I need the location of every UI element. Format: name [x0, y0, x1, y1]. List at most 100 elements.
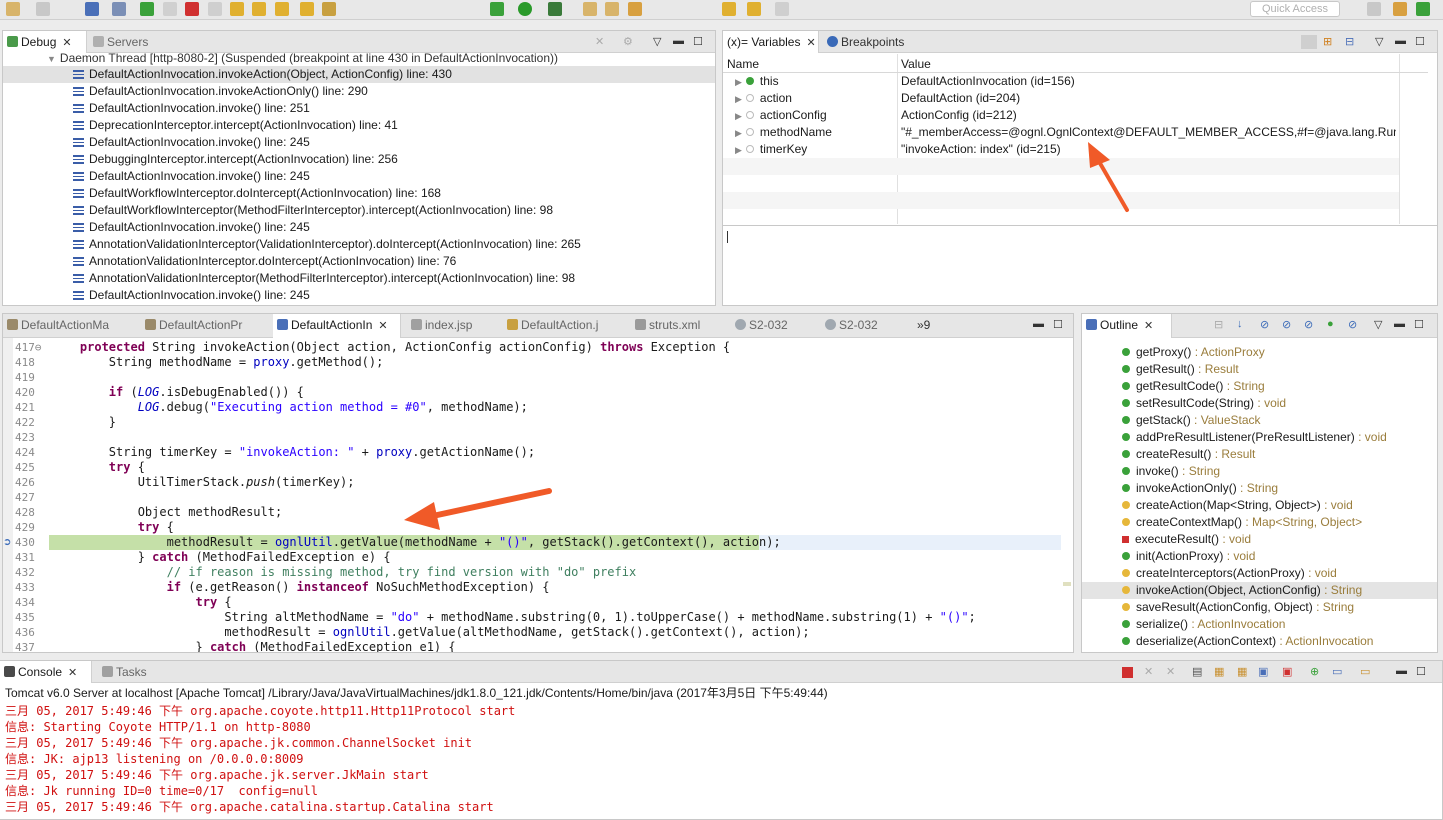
code-line[interactable]: 431 } catch (MethodFailedException e) { — [3, 550, 1067, 565]
tab-breakpoints[interactable]: Breakpoints — [823, 31, 904, 53]
step-return-icon[interactable] — [275, 2, 289, 16]
outline-item[interactable]: setResultCode(String) : void — [1082, 395, 1437, 412]
outline-item[interactable]: invokeActionOnly() : String — [1082, 480, 1437, 497]
code-line[interactable]: 427 — [3, 490, 1067, 505]
maximize-icon[interactable]: ☐ — [693, 35, 703, 48]
code-line[interactable]: 421 LOG.debug("Executing action method =… — [3, 400, 1067, 415]
tab-struts-xml[interactable]: struts.xml — [631, 314, 700, 338]
step-over-icon[interactable] — [252, 2, 266, 16]
scroll-lock-icon[interactable]: ▦ — [1214, 665, 1224, 678]
display-selected-console-icon[interactable]: ▭ — [1332, 665, 1342, 678]
outline-item[interactable]: createResult() : Result — [1082, 446, 1437, 463]
drop-to-frame-icon[interactable] — [300, 2, 314, 16]
outline-item[interactable]: getResult() : Result — [1082, 361, 1437, 378]
close-icon[interactable]: ✕ — [1144, 320, 1153, 332]
close-icon[interactable]: ✕ — [68, 667, 77, 679]
quick-access-field[interactable]: Quick Access — [1250, 1, 1340, 17]
tab-console[interactable]: Console ✕ — [0, 661, 92, 683]
code-line[interactable]: 433 if (e.getReason() instanceof NoSuchM… — [3, 580, 1067, 595]
variable-row[interactable]: ▶ action — [735, 90, 792, 107]
open-perspective-icon[interactable] — [1367, 2, 1381, 16]
link-icon[interactable]: ⚙ — [623, 35, 633, 48]
code-line[interactable]: 417⊖ protected String invokeAction(Objec… — [3, 340, 1067, 355]
disconnect-icon[interactable] — [208, 2, 222, 16]
outline-item[interactable]: getProxy() : ActionProxy — [1082, 344, 1437, 361]
code-line[interactable]: 418 String methodName = proxy.getMethod(… — [3, 355, 1067, 370]
pin-console-icon[interactable]: ⊕ — [1310, 665, 1319, 678]
show-type-names-icon[interactable] — [1301, 35, 1317, 49]
minimize-icon[interactable]: ▬ — [1396, 665, 1407, 677]
close-icon[interactable]: ✕ — [806, 37, 815, 49]
code-line[interactable]: 424 String timerKey = "invokeAction: " +… — [3, 445, 1067, 460]
code-line[interactable]: 435 String altMethodName = "do" + method… — [3, 610, 1067, 625]
detail-pane-cursor[interactable] — [727, 231, 728, 243]
outline-item[interactable]: getResultCode() : String — [1082, 378, 1437, 395]
save-icon[interactable] — [36, 2, 50, 16]
stack-frame[interactable]: DefaultActionInvocation.invoke() line: 2… — [3, 100, 715, 117]
variable-row[interactable]: ▶ methodName — [735, 124, 832, 141]
code-line[interactable]: 420 if (LOG.isDebugEnabled()) { — [3, 385, 1067, 400]
hide-fields-icon[interactable]: ⊘ — [1260, 318, 1269, 331]
tab-s2-032-a[interactable]: S2-032 — [731, 314, 788, 338]
outline-item[interactable]: createAction(Map<String, Object>) : void — [1082, 497, 1437, 514]
tab-overflow[interactable]: »9 — [899, 314, 930, 338]
tab-defaultaction-java[interactable]: DefaultAction.j — [503, 314, 598, 338]
stack-frame[interactable]: DefaultWorkflowInterceptor.doIntercept(A… — [3, 185, 715, 202]
terminate-icon[interactable] — [1122, 667, 1133, 678]
close-icon[interactable]: ✕ — [62, 37, 71, 49]
expand-icon[interactable]: ▶ — [735, 111, 742, 121]
expand-icon[interactable]: ▶ — [735, 145, 742, 155]
code-line[interactable]: 434 try { — [3, 595, 1067, 610]
java-ee-perspective-icon[interactable] — [1393, 2, 1407, 16]
run-external-tools-icon[interactable] — [548, 2, 562, 16]
view-menu-icon[interactable]: ▽ — [653, 35, 661, 48]
terminate-icon[interactable] — [185, 2, 199, 16]
word-wrap-icon[interactable]: ▦ — [1237, 665, 1247, 678]
close-icon[interactable]: ✕ — [378, 320, 387, 332]
thread-row[interactable]: ▼ Daemon Thread [http-8080-2] (Suspended … — [47, 50, 558, 67]
remove-launch-icon[interactable]: ✕ — [1144, 665, 1153, 678]
view-menu-icon[interactable]: ▽ — [1375, 35, 1383, 48]
code-line[interactable]: 430 methodResult = ognlUtil.getValue(met… — [3, 535, 1067, 550]
tab-tasks[interactable]: Tasks — [98, 661, 147, 683]
show-on-stdout-icon[interactable]: ▣ — [1258, 665, 1268, 678]
stack-frame[interactable]: DefaultActionInvocation.invokeActionOnly… — [3, 83, 715, 100]
variable-row[interactable]: ▶ actionConfig — [735, 107, 827, 124]
search-icon[interactable] — [628, 2, 642, 16]
sort-icon[interactable]: ↓ — [1237, 318, 1243, 330]
stack-frame[interactable]: AnnotationValidationInterceptor.doInterc… — [3, 253, 715, 270]
tab-defaultactionproxy[interactable]: DefaultActionPr — [141, 314, 271, 338]
forward-icon[interactable] — [775, 2, 789, 16]
maximize-icon[interactable]: ☐ — [1416, 665, 1426, 678]
col-header-name[interactable]: Name — [727, 56, 759, 73]
code-line[interactable]: 428 Object methodResult; — [3, 505, 1067, 520]
tab-outline[interactable]: Outline ✕ — [1082, 314, 1172, 338]
outline-item[interactable]: createInterceptors(ActionProxy) : void — [1082, 565, 1437, 582]
new-package-icon[interactable] — [583, 2, 597, 16]
collapse-all-icon[interactable]: ⊟ — [1345, 35, 1354, 48]
previous-edit-icon[interactable] — [747, 2, 761, 16]
stack-frame[interactable]: AnnotationValidationInterceptor(MethodFi… — [3, 270, 715, 287]
outline-item[interactable]: executeResult() : void — [1082, 531, 1437, 548]
hide-non-public-icon[interactable]: ⊘ — [1304, 318, 1313, 331]
maximize-icon[interactable]: ☐ — [1415, 35, 1425, 48]
maximize-icon[interactable]: ☐ — [1414, 318, 1424, 331]
new-icon[interactable] — [6, 2, 20, 16]
run-icon[interactable] — [518, 2, 532, 16]
step-into-icon[interactable] — [230, 2, 244, 16]
debug-perspective-icon[interactable] — [1416, 2, 1430, 16]
terminal-icon[interactable] — [85, 2, 99, 16]
maximize-icon[interactable]: ☐ — [1053, 318, 1063, 331]
outline-item[interactable]: getStack() : ValueStack — [1082, 412, 1437, 429]
clear-console-icon[interactable]: ▤ — [1192, 665, 1202, 678]
use-step-filters-icon[interactable] — [322, 2, 336, 16]
suspend-icon[interactable] — [163, 2, 177, 16]
code-line[interactable]: 425 try { — [3, 460, 1067, 475]
variable-row[interactable]: ▶ timerKey — [735, 141, 807, 158]
expand-icon[interactable]: ▶ — [735, 94, 742, 104]
minimize-icon[interactable]: ▬ — [1394, 318, 1405, 330]
outline-item[interactable]: invoke() : String — [1082, 463, 1437, 480]
outline-item[interactable]: createContextMap() : Map<String, Object> — [1082, 514, 1437, 531]
hide-static-icon[interactable]: ⊘ — [1282, 318, 1291, 331]
expand-icon[interactable]: ▶ — [735, 128, 742, 138]
